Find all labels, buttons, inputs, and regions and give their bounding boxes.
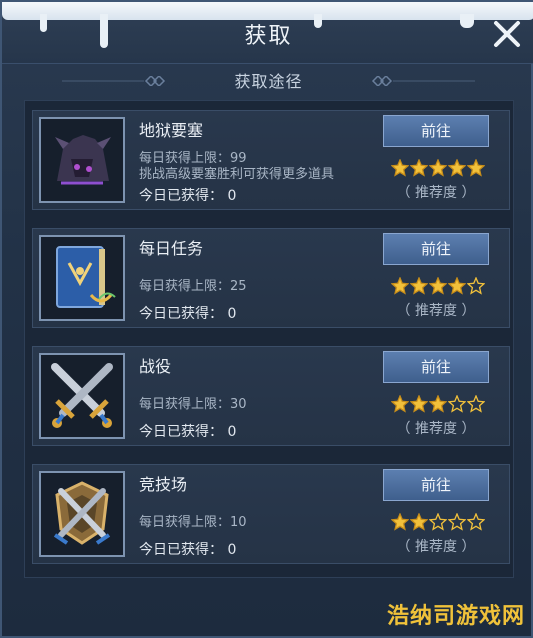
today-obtained: 今日已获得： 0	[139, 188, 237, 204]
daily-limit: 每日获得上限：25	[139, 279, 247, 294]
star-filled-icon	[410, 513, 428, 531]
source-name: 竞技场	[139, 475, 188, 494]
list-item: 地狱要塞 每日获得上限：99 挑战高级要塞胜利可获得更多道具 今日已获得： 0 …	[32, 110, 510, 210]
recommend-label: （ 推荐度 ）	[396, 185, 476, 201]
go-button[interactable]: 前往	[383, 469, 489, 501]
source-name: 每日任务	[139, 239, 204, 258]
section-header: 获取途径	[2, 64, 533, 94]
source-thumbnail	[39, 117, 125, 203]
star-filled-icon	[448, 277, 466, 295]
fortress-icon	[41, 119, 123, 201]
acquire-panel: 获取 获取途径 地狱要塞 每日获得上限：99 挑战高级要塞胜利可获得更多道具 今…	[0, 0, 533, 638]
go-button[interactable]: 前往	[383, 233, 489, 265]
source-name: 地狱要塞	[139, 121, 204, 140]
today-obtained: 今日已获得： 0	[139, 306, 237, 322]
star-filled-icon	[410, 277, 428, 295]
star-empty-icon	[467, 513, 485, 531]
daily-limit: 每日获得上限：30	[139, 397, 247, 412]
star-empty-icon	[448, 513, 466, 531]
close-icon	[494, 21, 520, 47]
daily-limit: 每日获得上限：10	[139, 515, 247, 530]
book-icon	[41, 237, 123, 319]
page-title: 获取	[244, 24, 293, 49]
star-filled-icon	[410, 395, 428, 413]
watermark: 浩纳司游戏网	[386, 604, 525, 629]
star-filled-icon	[391, 513, 409, 531]
source-thumbnail	[39, 235, 125, 321]
recommend-stars	[391, 277, 487, 295]
star-empty-icon	[467, 277, 485, 295]
close-button[interactable]	[491, 18, 523, 50]
star-filled-icon	[391, 159, 409, 177]
list-item: 每日任务 每日获得上限：25 今日已获得： 0 前往 （ 推荐度 ）	[32, 228, 510, 328]
star-filled-icon	[429, 395, 447, 413]
go-button[interactable]: 前往	[383, 351, 489, 383]
title-bar: 获取	[2, 2, 533, 64]
star-filled-icon	[391, 277, 409, 295]
list-item: 战役 每日获得上限：30 今日已获得： 0 前往 （ 推荐度 ）	[32, 346, 510, 446]
go-button[interactable]: 前往	[383, 115, 489, 147]
star-empty-icon	[467, 395, 485, 413]
recommend-stars	[391, 395, 487, 413]
star-filled-icon	[448, 159, 466, 177]
recommend-label: （ 推荐度 ）	[396, 303, 476, 319]
today-obtained: 今日已获得： 0	[139, 424, 237, 440]
star-filled-icon	[429, 159, 447, 177]
source-hint: 挑战高级要塞胜利可获得更多道具	[139, 167, 335, 182]
source-thumbnail	[39, 353, 125, 439]
source-name: 战役	[139, 357, 172, 376]
list-item: 竞技场 每日获得上限：10 今日已获得： 0 前往 （ 推荐度 ）	[32, 464, 510, 564]
recommend-label: （ 推荐度 ）	[396, 421, 476, 437]
star-filled-icon	[467, 159, 485, 177]
today-obtained: 今日已获得： 0	[139, 542, 237, 558]
source-thumbnail	[39, 471, 125, 557]
crossed-swords-icon	[41, 355, 123, 437]
divider-ornament-right-icon	[371, 76, 475, 86]
recommend-stars	[391, 513, 487, 531]
recommend-label: （ 推荐度 ）	[396, 539, 476, 555]
star-empty-icon	[429, 513, 447, 531]
star-filled-icon	[391, 395, 409, 413]
star-filled-icon	[410, 159, 428, 177]
recommend-stars	[391, 159, 487, 177]
star-filled-icon	[429, 277, 447, 295]
star-empty-icon	[448, 395, 466, 413]
arena-emblem-icon	[41, 473, 123, 555]
